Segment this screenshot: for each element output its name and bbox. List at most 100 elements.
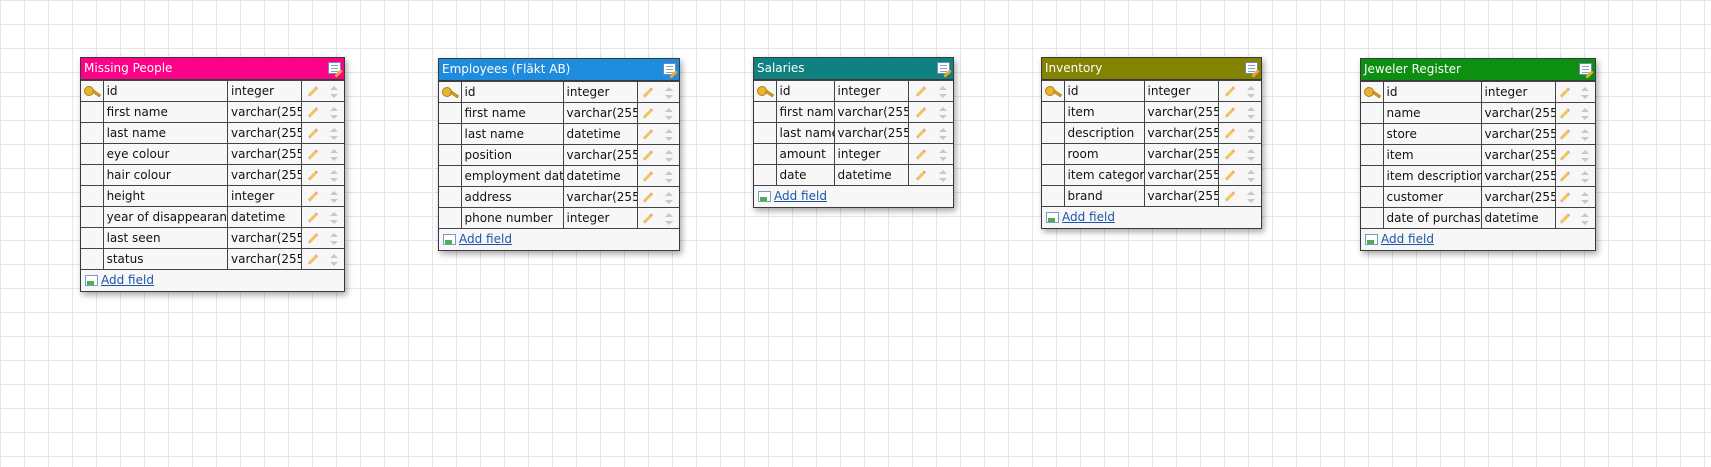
move-up-down-icon[interactable] — [939, 148, 947, 161]
move-up-down-icon[interactable] — [1247, 106, 1255, 119]
table-header[interactable]: Missing People — [81, 58, 344, 80]
move-up-down-icon[interactable] — [1247, 127, 1255, 140]
pencil-icon[interactable] — [642, 192, 654, 203]
table-header[interactable]: Inventory — [1042, 58, 1261, 80]
pencil-icon[interactable] — [1224, 170, 1236, 181]
move-up-down-icon[interactable] — [939, 85, 947, 98]
add-field-link[interactable]: Add field — [1381, 229, 1434, 250]
table-row[interactable]: position varchar(255) — [439, 144, 679, 166]
move-up-down-icon[interactable] — [329, 190, 338, 203]
move-up-down-icon[interactable] — [665, 170, 673, 183]
add-field-icon[interactable] — [85, 275, 98, 286]
edit-table-icon[interactable] — [1579, 63, 1592, 75]
edit-table-icon[interactable] — [663, 63, 676, 75]
pencil-icon[interactable] — [307, 191, 319, 202]
move-up-down-icon[interactable] — [1581, 170, 1589, 183]
pencil-icon[interactable] — [642, 129, 654, 140]
pencil-icon[interactable] — [1224, 191, 1236, 202]
move-up-down-icon[interactable] — [665, 107, 673, 120]
pencil-icon[interactable] — [642, 171, 654, 182]
table-row[interactable]: employment date datetime — [439, 165, 679, 187]
table-row[interactable]: eye colour varchar(255) — [81, 143, 344, 165]
table-card[interactable]: Salariesidintegerfirst namevarchar(255)l… — [753, 57, 954, 208]
table-card[interactable]: Employees (Fläkt AB) id integer first name v… — [438, 58, 680, 251]
table-row[interactable]: hair colour varchar(255) — [81, 164, 344, 186]
pencil-icon[interactable] — [307, 128, 319, 139]
add-field-link[interactable]: Add field — [101, 270, 154, 291]
move-up-down-icon[interactable] — [1581, 128, 1589, 141]
pencil-icon[interactable] — [307, 149, 319, 160]
pencil-icon[interactable] — [1559, 213, 1571, 224]
table-row[interactable]: last name varchar(255) — [754, 122, 953, 144]
add-field-icon[interactable] — [443, 234, 456, 245]
move-up-down-icon[interactable] — [1581, 86, 1589, 99]
table-card[interactable]: Inventory id integer item varchar(255) descri… — [1041, 57, 1262, 229]
move-up-down-icon[interactable] — [329, 169, 338, 182]
pencil-icon[interactable] — [1224, 149, 1236, 160]
move-up-down-icon[interactable] — [329, 211, 338, 224]
table-row[interactable]: customer varchar(255) — [1361, 186, 1595, 208]
table-row[interactable]: id integer — [1361, 81, 1595, 103]
table-row[interactable]: first namevarchar(255) — [439, 102, 679, 124]
add-field-icon[interactable] — [1046, 212, 1059, 223]
move-up-down-icon[interactable] — [665, 86, 673, 99]
pencil-icon[interactable] — [307, 86, 319, 97]
move-up-down-icon[interactable] — [1247, 148, 1255, 161]
edit-table-icon[interactable] — [328, 62, 341, 74]
pencil-icon[interactable] — [642, 87, 654, 98]
add-field-link[interactable]: Add field — [1062, 207, 1115, 228]
table-row[interactable]: item category varchar(255) — [1042, 164, 1261, 186]
pencil-icon[interactable] — [307, 107, 319, 118]
edit-table-icon[interactable] — [937, 62, 950, 74]
pencil-icon[interactable] — [307, 212, 319, 223]
move-up-down-icon[interactable] — [939, 127, 947, 140]
move-up-down-icon[interactable] — [1247, 190, 1255, 203]
move-up-down-icon[interactable] — [1247, 169, 1255, 182]
pencil-icon[interactable] — [1559, 129, 1571, 140]
move-up-down-icon[interactable] — [329, 85, 338, 98]
move-up-down-icon[interactable] — [329, 232, 338, 245]
edit-table-icon[interactable] — [1245, 62, 1258, 74]
add-field-icon[interactable] — [758, 191, 771, 202]
move-up-down-icon[interactable] — [329, 106, 338, 119]
add-field-link[interactable]: Add field — [774, 186, 827, 207]
move-up-down-icon[interactable] — [939, 106, 947, 119]
table-row[interactable]: description varchar(255) — [1042, 122, 1261, 144]
table-card[interactable]: Jeweler Register id integer name varchar(255… — [1360, 58, 1596, 251]
table-row[interactable]: first namevarchar(255) — [81, 101, 344, 123]
table-row[interactable]: item varchar(255) — [1361, 144, 1595, 166]
table-row[interactable]: height integer — [81, 185, 344, 207]
pencil-icon[interactable] — [1559, 150, 1571, 161]
table-row[interactable]: store varchar(255) — [1361, 123, 1595, 145]
pencil-icon[interactable] — [915, 170, 927, 181]
table-row[interactable]: last name datetime — [439, 123, 679, 145]
table-header[interactable]: Salaries — [754, 58, 953, 80]
pencil-icon[interactable] — [642, 213, 654, 224]
pencil-icon[interactable] — [307, 170, 319, 181]
table-row[interactable]: room varchar(255) — [1042, 143, 1261, 165]
pencil-icon[interactable] — [1224, 128, 1236, 139]
schema-canvas[interactable]: Missing People id integer first name varchar… — [0, 0, 1711, 467]
move-up-down-icon[interactable] — [329, 127, 338, 140]
table-row[interactable]: item description varchar(255) — [1361, 165, 1595, 187]
table-row[interactable]: date datetime — [754, 164, 953, 186]
move-up-down-icon[interactable] — [1581, 107, 1589, 120]
move-up-down-icon[interactable] — [329, 253, 338, 266]
pencil-icon[interactable] — [1559, 108, 1571, 119]
table-row[interactable]: id integer — [439, 81, 679, 103]
table-row[interactable]: year of disappearance datetime — [81, 206, 344, 228]
pencil-icon[interactable] — [915, 86, 927, 97]
table-row[interactable]: id integer — [754, 80, 953, 102]
pencil-icon[interactable] — [1559, 192, 1571, 203]
table-row[interactable]: date of purchase datetime — [1361, 207, 1595, 229]
move-up-down-icon[interactable] — [1247, 85, 1255, 98]
move-up-down-icon[interactable] — [329, 148, 338, 161]
table-row[interactable]: amount integer — [754, 143, 953, 165]
pencil-icon[interactable] — [642, 108, 654, 119]
move-up-down-icon[interactable] — [665, 128, 673, 141]
move-up-down-icon[interactable] — [939, 169, 947, 182]
pencil-icon[interactable] — [915, 149, 927, 160]
table-row[interactable]: name varchar(255) — [1361, 102, 1595, 124]
pencil-icon[interactable] — [1559, 171, 1571, 182]
table-row[interactable]: last name varchar(255) — [81, 122, 344, 144]
